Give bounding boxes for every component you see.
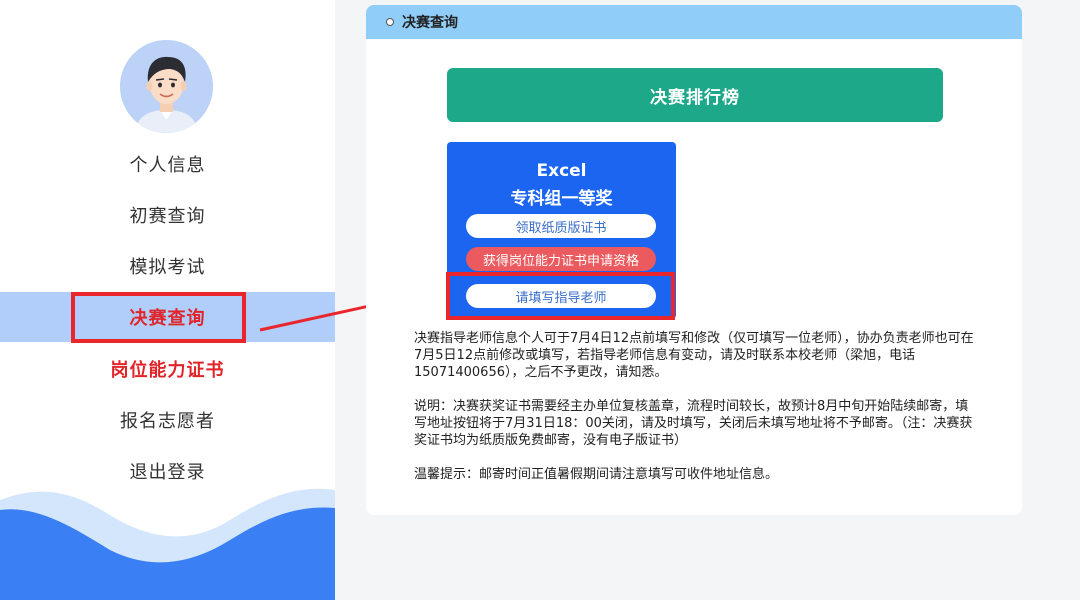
sidebar-item-mock-exam[interactable]: 模拟考试 <box>0 241 335 291</box>
sidebar-item-label: 个人信息 <box>129 155 206 176</box>
avatar[interactable] <box>120 40 213 133</box>
paper-certificate-button[interactable]: 领取纸质版证书 <box>466 214 656 238</box>
final-ranking-button[interactable]: 决赛排行榜 <box>447 68 943 122</box>
sidebar-item-label: 初赛查询 <box>129 206 206 227</box>
bullet-icon <box>386 18 394 26</box>
sidebar-item-personal-info[interactable]: 个人信息 <box>0 139 335 189</box>
sidebar-item-volunteer[interactable]: 报名志愿者 <box>0 395 335 445</box>
panel-title: 决赛查询 <box>402 15 458 31</box>
notes: 决赛指导老师信息个人可于7月4日12点前填写和修改（仅可填写一位老师），协办负责… <box>414 330 974 500</box>
explain-note: 说明：决赛获奖证书需要经主办单位复核盖章，流程时间较长，故预计8月中旬开始陆续邮… <box>414 399 973 448</box>
sidebar-item-label: 岗位能力证书 <box>110 360 225 381</box>
sidebar-item-label: 模拟考试 <box>129 257 206 278</box>
sidebar-item-preliminary-query[interactable]: 初赛查询 <box>0 190 335 240</box>
wave-decoration <box>0 488 335 600</box>
sidebar-item-job-certificate[interactable]: 岗位能力证书 <box>0 344 335 394</box>
highlight-box-teacher <box>446 272 675 320</box>
highlight-box-final-query <box>71 292 246 343</box>
user-avatar-icon <box>120 40 213 133</box>
tip-note: 温馨提示：邮寄时间正值暑假期间请注意填写可收件地址信息。 <box>414 467 779 482</box>
job-certificate-button[interactable]: 获得岗位能力证书申请资格 <box>466 247 656 271</box>
sidebar-item-label: 报名志愿者 <box>120 411 215 432</box>
award-subject: Excel <box>536 161 587 181</box>
panel-header: 决赛查询 <box>366 5 1022 39</box>
final-query-panel: 决赛查询 决赛排行榜 Excel 专科组一等奖 领取纸质版证书 获得岗位能力证书… <box>366 5 1022 515</box>
award-level: 专科组一等奖 <box>510 189 613 209</box>
teacher-note: 决赛指导老师信息个人可于7月4日12点前填写和修改（仅可填写一位老师），协办负责… <box>414 331 974 380</box>
